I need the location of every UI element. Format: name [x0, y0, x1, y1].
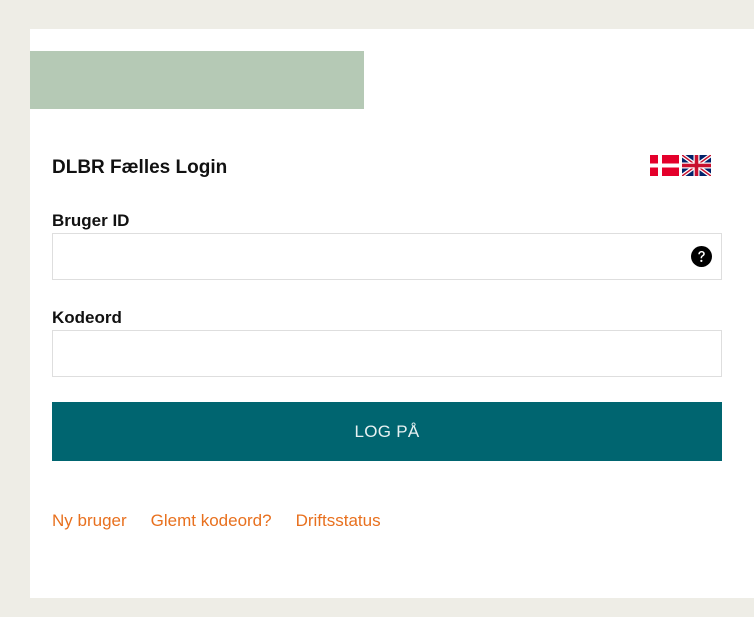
- page-title: DLBR Fælles Login: [52, 157, 228, 178]
- danish-flag-icon[interactable]: [650, 155, 679, 176]
- question-circle-icon[interactable]: [691, 246, 712, 267]
- new-user-link[interactable]: Ny bruger: [52, 511, 127, 531]
- forgot-password-link[interactable]: Glemt kodeord?: [151, 511, 272, 531]
- user-id-field-wrapper: [52, 233, 722, 280]
- login-button[interactable]: LOG PÅ: [52, 402, 722, 461]
- user-id-label: Bruger ID: [52, 211, 130, 230]
- user-id-input[interactable]: [53, 234, 721, 279]
- password-input[interactable]: [53, 331, 721, 376]
- login-card: DLBR Fælles Login Bruger ID Kodeord LOG …: [30, 29, 754, 598]
- logo-placeholder: [30, 51, 364, 109]
- password-label: Kodeord: [52, 308, 122, 327]
- password-field-wrapper: [52, 330, 722, 377]
- footer-links: Ny bruger Glemt kodeord? Driftsstatus: [52, 511, 405, 531]
- service-status-link[interactable]: Driftsstatus: [296, 511, 381, 531]
- language-switcher: [650, 155, 711, 176]
- uk-flag-icon[interactable]: [682, 155, 711, 176]
